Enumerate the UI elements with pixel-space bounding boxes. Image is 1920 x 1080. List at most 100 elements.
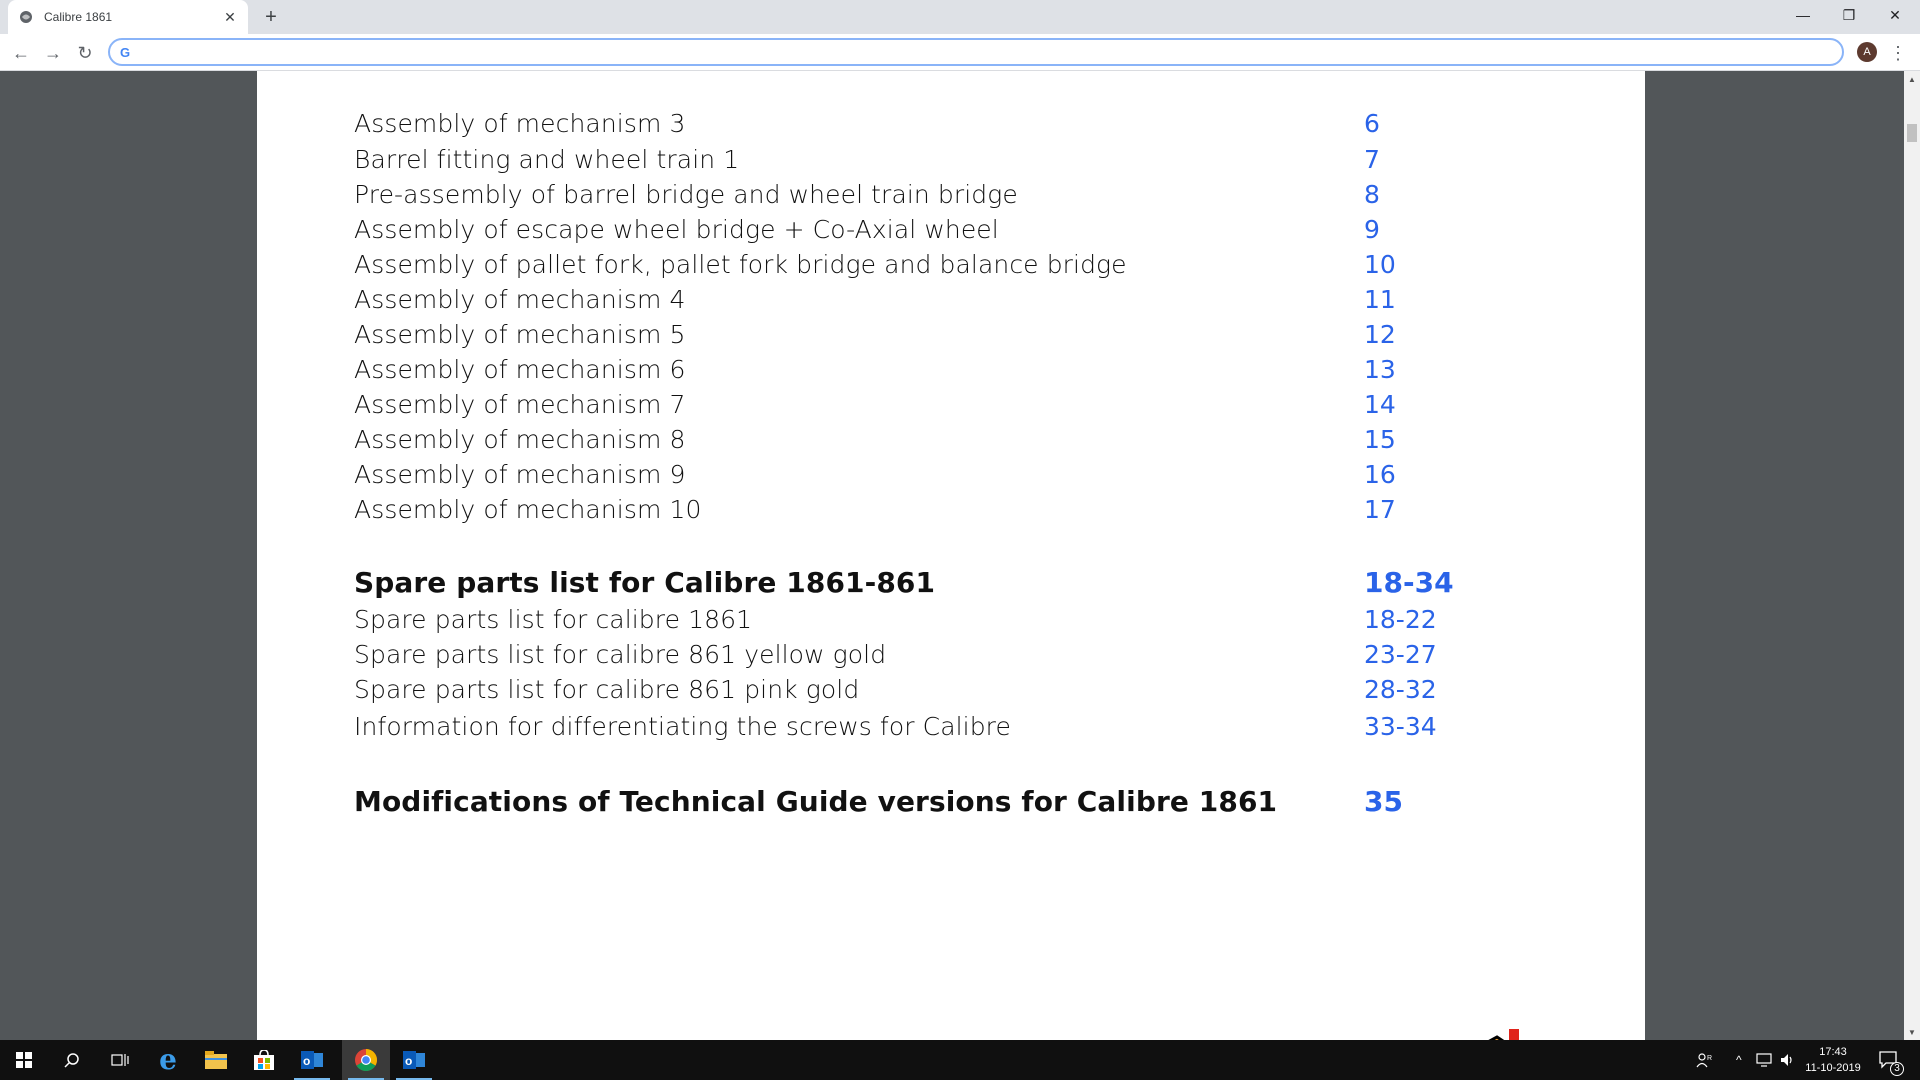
toc-entry-label: Assembly of mechanism 5 <box>354 320 686 349</box>
forward-arrow-icon[interactable]: → <box>40 40 66 66</box>
toc-page-link[interactable]: 13 <box>1364 355 1396 384</box>
toc-entry-label: Spare parts list for calibre 861 pink go… <box>354 675 860 704</box>
toc-entry-label: Spare parts list for calibre 861 yellow … <box>354 640 887 669</box>
toc-row[interactable]: Spare parts list for calibre 1861 18-22 <box>354 602 1504 637</box>
toc-page-link[interactable]: 17 <box>1364 495 1396 524</box>
toc-row[interactable]: Assembly of mechanism 9 16 <box>354 457 1504 492</box>
windows-start-icon[interactable] <box>0 1040 48 1080</box>
svg-text:o: o <box>405 1054 412 1068</box>
toc-entry-label: Assembly of mechanism 9 <box>354 460 686 489</box>
toc-entry-label: Spare parts list for Calibre 1861-861 <box>354 566 936 599</box>
store-icon[interactable] <box>240 1040 288 1080</box>
toc-page-link[interactable]: 14 <box>1364 390 1396 419</box>
toc-entry-label: Barrel fitting and wheel train 1 <box>354 145 740 174</box>
network-icon[interactable] <box>1756 1040 1774 1080</box>
toc-page-link[interactable]: 8 <box>1364 180 1380 209</box>
toc-row[interactable]: Assembly of mechanism 5 12 <box>354 317 1504 352</box>
toc-entry-label: Assembly of mechanism 4 <box>354 285 686 314</box>
task-view-icon[interactable] <box>96 1040 144 1080</box>
toc-entry-label: Pre-assembly of barrel bridge and wheel … <box>354 180 1018 209</box>
file-explorer-icon[interactable] <box>192 1040 240 1080</box>
notification-badge: 3 <box>1890 1062 1904 1076</box>
toc-row[interactable]: Assembly of pallet fork, pallet fork bri… <box>354 247 1504 282</box>
taskbar-clock[interactable]: 17:43 11-10-2019 <box>1797 1044 1869 1076</box>
clock-date: 11-10-2019 <box>1805 1062 1861 1074</box>
toc-row[interactable]: Assembly of mechanism 6 13 <box>354 352 1504 387</box>
toc-page-link[interactable]: 23-27 <box>1364 640 1437 669</box>
toc-entry-label: Assembly of pallet fork, pallet fork bri… <box>354 250 1127 279</box>
toc-page-link[interactable]: 15 <box>1364 425 1396 454</box>
browser-toolbar: ← → ↻ G A ⋮ <box>0 34 1920 71</box>
clock-time: 17:43 <box>1819 1046 1847 1058</box>
vertical-scrollbar[interactable]: ▲ ▼ <box>1904 71 1920 1040</box>
toc-row[interactable]: Assembly of mechanism 4 11 <box>354 282 1504 317</box>
page-logo-corner <box>1467 1019 1527 1040</box>
outlook-icon[interactable]: o <box>288 1040 336 1080</box>
pdf-viewer: Assembly of mechanism 3 6 Barrel fitting a… <box>0 71 1904 1040</box>
toc-page-link[interactable]: 35 <box>1364 785 1403 818</box>
new-tab-button[interactable]: + <box>258 4 284 30</box>
address-bar[interactable]: G <box>108 38 1844 66</box>
toc-entry-label: Information for differentiating the scre… <box>354 712 1011 741</box>
toc-row[interactable]: Pre-assembly of barrel bridge and wheel … <box>354 177 1504 212</box>
close-tab-icon[interactable]: ✕ <box>222 9 238 26</box>
toc-page-link[interactable]: 6 <box>1364 109 1380 138</box>
scrollbar-thumb[interactable] <box>1907 124 1917 142</box>
minimize-button[interactable]: — <box>1780 0 1826 30</box>
toc-entry-label: Assembly of mechanism 7 <box>354 390 686 419</box>
toc-entry-label: Assembly of mechanism 3 <box>354 109 686 138</box>
toc-row[interactable]: Spare parts list for calibre 861 pink go… <box>354 672 1504 707</box>
chevron-up-icon[interactable]: ^ <box>1736 1040 1742 1080</box>
address-input[interactable] <box>140 44 1842 60</box>
chrome-icon[interactable] <box>342 1040 390 1080</box>
toc-entry-label: Assembly of escape wheel bridge + Co-Axi… <box>354 215 999 244</box>
back-arrow-icon[interactable]: ← <box>8 40 34 66</box>
outlook-icon-2[interactable]: o <box>390 1040 438 1080</box>
toc-page-link[interactable]: 18-34 <box>1364 566 1454 599</box>
toc-page-link[interactable]: 33-34 <box>1364 712 1437 741</box>
toc-heading-row[interactable]: Modifications of Technical Guide version… <box>354 784 1504 819</box>
windows-taskbar: e o o R ^ 17:43 11-10-2019 3 <box>0 1040 1920 1080</box>
menu-dots-icon[interactable]: ⋮ <box>1888 40 1908 66</box>
browser-tab[interactable]: Calibre 1861 ✕ <box>8 0 248 34</box>
toc-row[interactable]: Assembly of mechanism 8 15 <box>354 422 1504 457</box>
toc-row[interactable]: Assembly of mechanism 3 6 <box>354 106 1504 141</box>
toc-page-link[interactable]: 18-22 <box>1364 605 1437 634</box>
scroll-down-icon[interactable]: ▼ <box>1904 1024 1920 1040</box>
toc-row[interactable]: Information for differentiating the scre… <box>354 709 1504 744</box>
google-icon: G <box>118 44 134 60</box>
tab-title: Calibre 1861 <box>44 10 113 24</box>
scroll-up-icon[interactable]: ▲ <box>1904 71 1920 87</box>
toc-page-link[interactable]: 16 <box>1364 460 1396 489</box>
close-window-button[interactable]: ✕ <box>1872 0 1918 30</box>
toc-entry-label: Assembly of mechanism 10 <box>354 495 702 524</box>
toc-page-link[interactable]: 10 <box>1364 250 1396 279</box>
search-icon[interactable] <box>48 1040 96 1080</box>
toc-page-link[interactable]: 9 <box>1364 215 1380 244</box>
volume-icon[interactable] <box>1780 1040 1796 1080</box>
toc-heading-row[interactable]: Spare parts list for Calibre 1861-861 18-… <box>354 565 1504 600</box>
people-icon[interactable]: R <box>1696 1040 1714 1080</box>
restore-button[interactable]: ❐ <box>1826 0 1872 30</box>
toc-row[interactable]: Assembly of mechanism 10 17 <box>354 492 1504 527</box>
toc-row[interactable]: Spare parts list for calibre 861 yellow … <box>354 637 1504 672</box>
reload-icon[interactable]: ↻ <box>72 40 98 66</box>
svg-text:G: G <box>120 45 130 60</box>
toc-entry-label: Assembly of mechanism 8 <box>354 425 686 454</box>
toc-page-link[interactable]: 28-32 <box>1364 675 1437 704</box>
pdf-page: Assembly of mechanism 3 6 Barrel fitting a… <box>257 71 1645 1040</box>
toc-page-link[interactable]: 11 <box>1364 285 1396 314</box>
toc-row[interactable]: Assembly of escape wheel bridge + Co-Axi… <box>354 212 1504 247</box>
toc-page-link[interactable]: 12 <box>1364 320 1396 349</box>
toc-entry-label: Assembly of mechanism 6 <box>354 355 686 384</box>
toc-entry-label: Modifications of Technical Guide version… <box>354 785 1278 818</box>
toc-entry-label: Spare parts list for calibre 1861 <box>354 605 753 634</box>
toc-row[interactable]: Barrel fitting and wheel train 1 7 <box>354 142 1504 177</box>
toc-page-link[interactable]: 7 <box>1364 145 1380 174</box>
edge-browser-icon[interactable]: e <box>144 1040 192 1080</box>
profile-avatar[interactable]: A <box>1857 42 1877 62</box>
svg-text:R: R <box>1707 1055 1712 1062</box>
action-center-icon[interactable]: 3 <box>1876 1040 1904 1080</box>
toc-row[interactable]: Assembly of mechanism 7 14 <box>354 387 1504 422</box>
globe-icon <box>18 9 34 25</box>
